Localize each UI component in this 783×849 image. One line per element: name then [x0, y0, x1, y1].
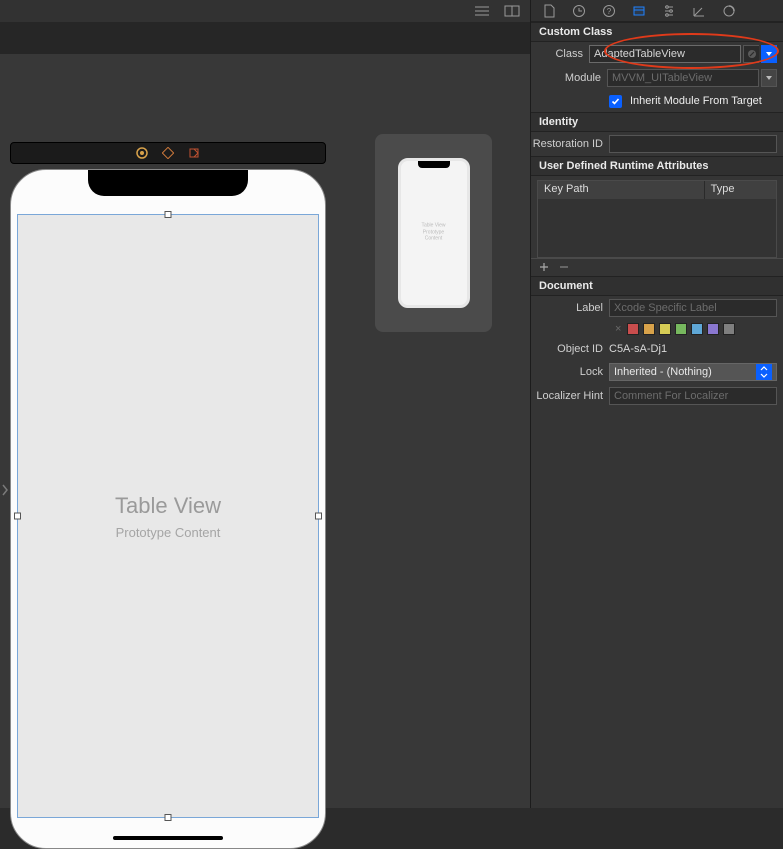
lines-icon[interactable]	[474, 4, 490, 18]
history-inspector-tab-icon[interactable]	[571, 3, 587, 19]
inherit-module-checkbox[interactable]	[609, 95, 622, 108]
scene-thumbnail-device: Table ViewPrototype Content	[398, 158, 470, 308]
lock-label: Lock	[531, 366, 609, 378]
restoration-id-row: Restoration ID	[531, 132, 783, 156]
viewcontroller-icon[interactable]	[136, 147, 148, 159]
svg-text:?: ?	[607, 7, 612, 16]
udra-table[interactable]: Key Path Type	[537, 180, 777, 258]
canvas-top-toolbar	[0, 0, 530, 22]
tableview-title: Table View	[115, 493, 221, 519]
swatch-blue[interactable]	[691, 323, 703, 335]
inherit-row: Inherit Module From Target	[531, 90, 783, 112]
restoration-id-field[interactable]	[609, 135, 777, 153]
swatch-gray[interactable]	[723, 323, 735, 335]
udra-add-button[interactable]	[539, 261, 549, 275]
module-row: Module	[531, 66, 783, 90]
swatch-green[interactable]	[675, 323, 687, 335]
class-row: Class	[531, 42, 783, 66]
doc-label-label: Label	[531, 302, 609, 314]
selection-handle-top[interactable]	[165, 211, 172, 218]
swatch-yellow[interactable]	[659, 323, 671, 335]
inspector-tab-bar: ?	[531, 0, 783, 22]
firstresponder-icon[interactable]	[162, 147, 174, 159]
lock-select-value: Inherited - (Nothing)	[614, 366, 712, 378]
locnote-row: Localizer Hint	[531, 384, 783, 408]
udra-table-body[interactable]	[538, 199, 776, 257]
module-field[interactable]	[607, 69, 759, 87]
identity-inspector-tab-icon[interactable]	[631, 3, 647, 19]
section-header-custom-class: Custom Class	[531, 22, 783, 42]
inherit-module-label: Inherit Module From Target	[630, 95, 762, 107]
udra-col-keypath: Key Path	[538, 181, 705, 199]
device-frame: Table View Prototype Content	[10, 169, 326, 849]
class-label: Class	[531, 48, 589, 60]
home-indicator	[113, 836, 223, 840]
class-clear-button[interactable]	[743, 45, 759, 63]
restoration-id-label: Restoration ID	[531, 138, 609, 150]
select-arrows-icon	[756, 364, 772, 380]
udra-remove-button[interactable]	[559, 261, 569, 275]
lock-row: Lock Inherited - (Nothing)	[531, 360, 783, 384]
objectid-value: C5A-sA-Dj1	[609, 343, 667, 355]
doc-label-field[interactable]	[609, 299, 777, 317]
exit-icon[interactable]	[188, 147, 200, 159]
swatch-orange[interactable]	[643, 323, 655, 335]
assistant-split-icon[interactable]	[504, 4, 520, 18]
section-header-identity: Identity	[531, 112, 783, 132]
canvas-expand-handle[interactable]	[0, 476, 10, 504]
doc-label-row: Label	[531, 296, 783, 320]
table-view[interactable]: Table View Prototype Content	[17, 214, 319, 818]
section-header-udra: User Defined Runtime Attributes	[531, 156, 783, 176]
objectid-label: Object ID	[531, 343, 609, 355]
scene-mini-toolbar	[10, 142, 326, 164]
size-inspector-tab-icon[interactable]	[691, 3, 707, 19]
canvas-content[interactable]: Table View Prototype Content Table ViewP…	[0, 54, 530, 808]
locnote-field[interactable]	[609, 387, 777, 405]
thumbnail-text: Table ViewPrototype Content	[417, 222, 450, 242]
tableview-subtitle: Prototype Content	[116, 525, 221, 540]
objectid-row: Object ID C5A-sA-Dj1	[531, 338, 783, 360]
file-inspector-tab-icon[interactable]	[541, 3, 557, 19]
selection-handle-bottom[interactable]	[165, 814, 172, 821]
lock-select[interactable]: Inherited - (Nothing)	[609, 363, 777, 381]
udra-col-type: Type	[705, 181, 776, 199]
doc-color-swatches: ×	[531, 320, 783, 338]
inspector-panel: ? Custom Class Class Module	[530, 0, 783, 808]
module-label: Module	[531, 72, 607, 84]
attributes-inspector-tab-icon[interactable]	[661, 3, 677, 19]
connections-inspector-tab-icon[interactable]	[721, 3, 737, 19]
udra-table-header: Key Path Type	[538, 181, 776, 199]
scene-thumbnail-panel[interactable]: Table ViewPrototype Content	[375, 134, 492, 332]
class-dropdown-button[interactable]	[761, 45, 777, 63]
section-header-document: Document	[531, 276, 783, 296]
canvas-area: Table View Prototype Content Table ViewP…	[0, 0, 530, 808]
swatch-purple[interactable]	[707, 323, 719, 335]
module-dropdown-button[interactable]	[761, 69, 777, 87]
device-notch	[88, 170, 248, 196]
help-inspector-tab-icon[interactable]: ?	[601, 3, 617, 19]
class-field[interactable]	[589, 45, 741, 63]
selection-handle-left[interactable]	[14, 513, 21, 520]
thumbnail-notch	[418, 161, 450, 168]
swatch-clear[interactable]: ×	[615, 323, 621, 335]
swatch-red[interactable]	[627, 323, 639, 335]
selection-handle-right[interactable]	[315, 513, 322, 520]
locnote-label: Localizer Hint	[531, 390, 609, 402]
udra-footer	[531, 258, 783, 276]
